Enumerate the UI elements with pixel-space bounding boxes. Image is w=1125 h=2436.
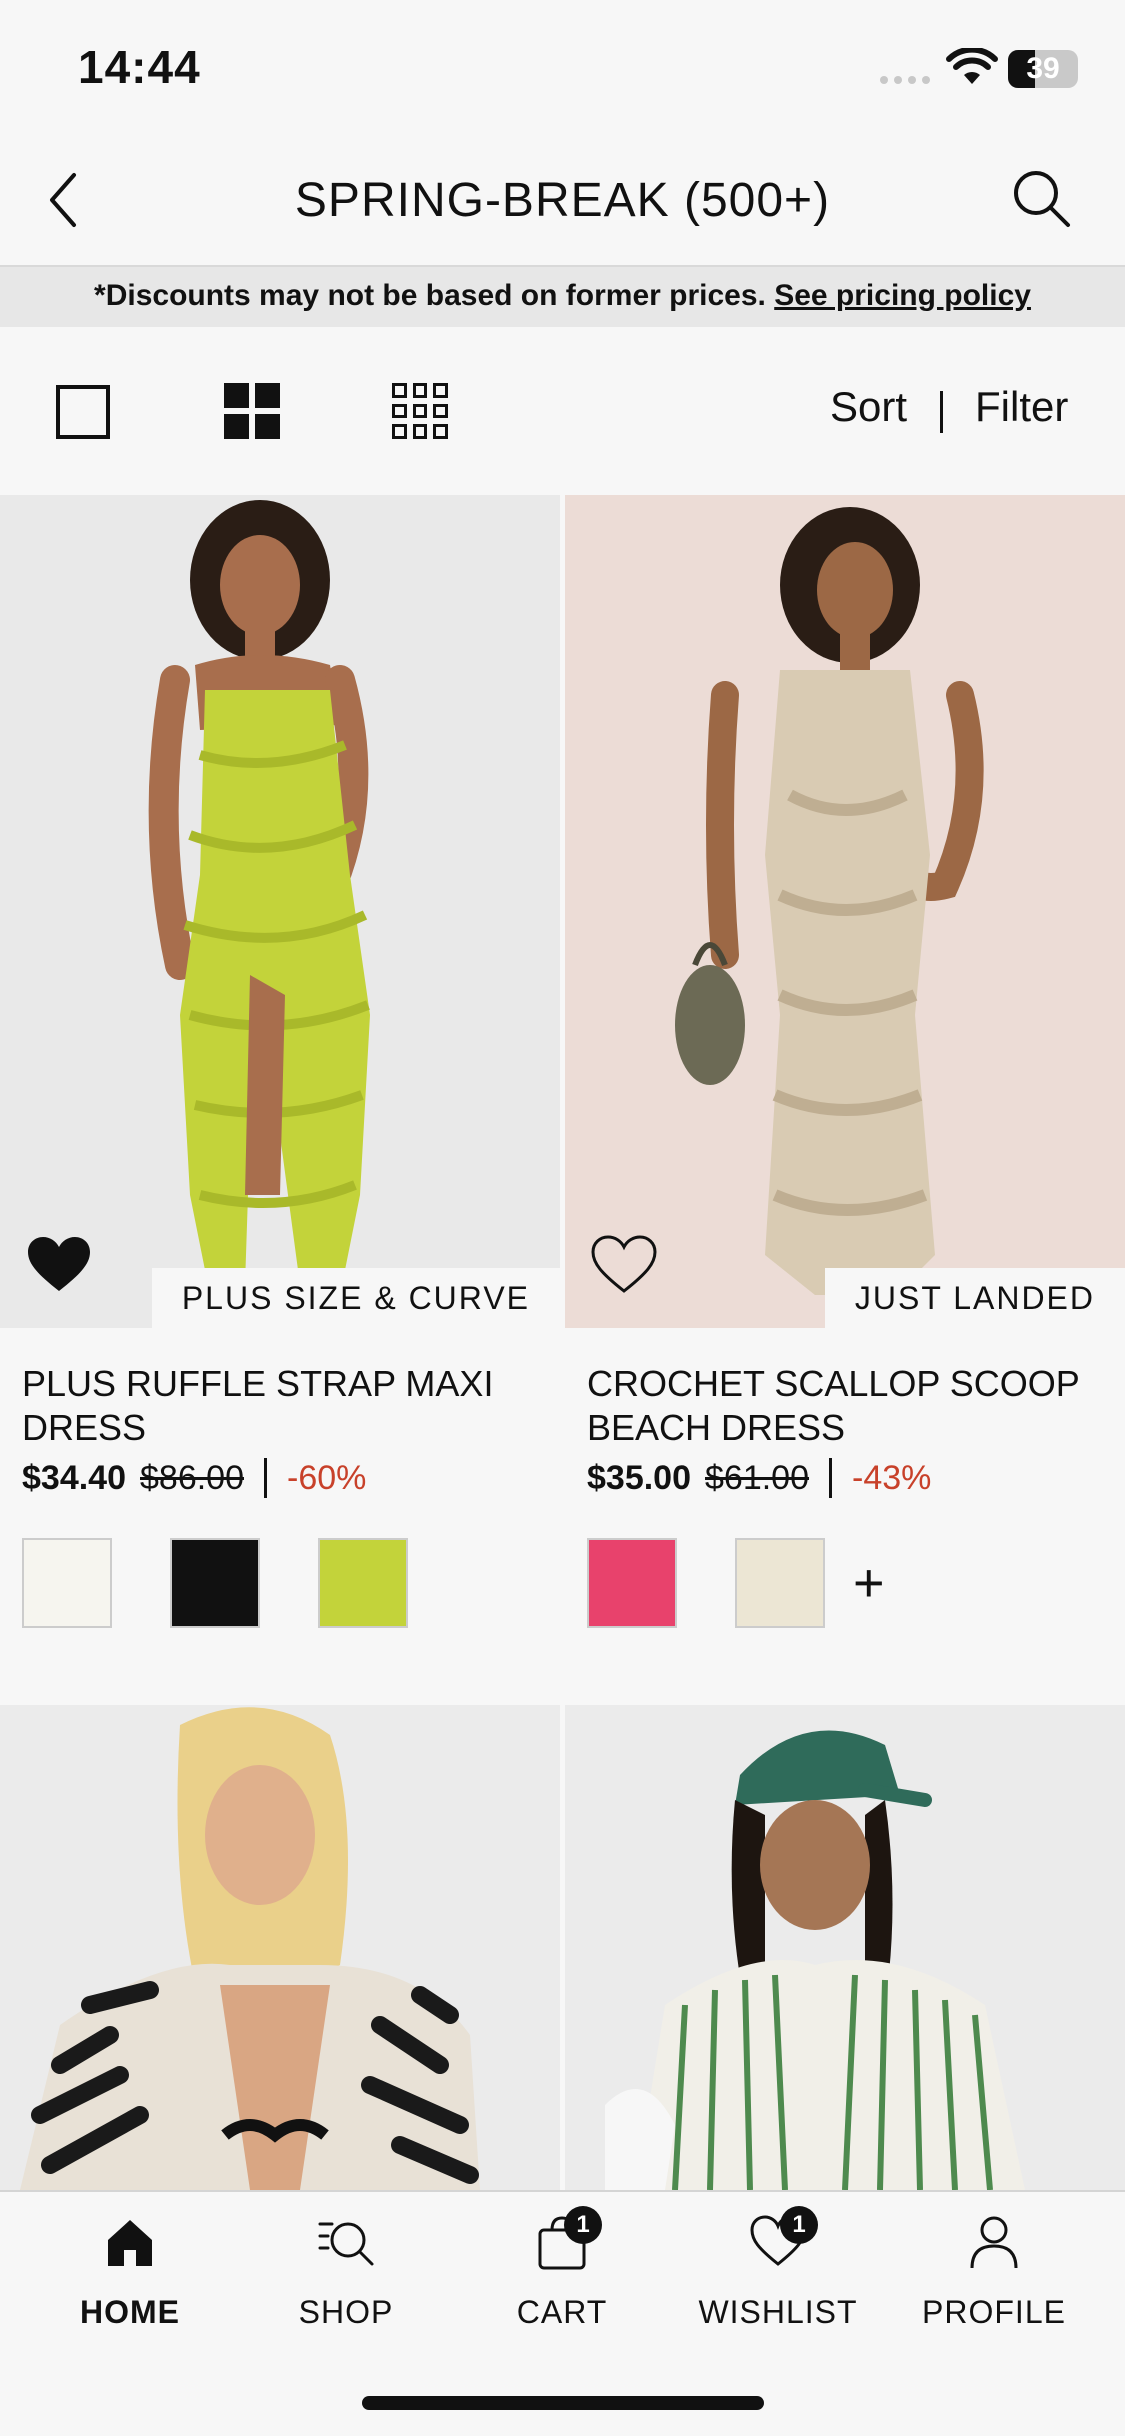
product-card[interactable]: PLUS SIZE & CURVE PLUS RUFFLE STRAP MAXI… <box>0 495 560 1695</box>
color-swatch-black[interactable] <box>170 1538 260 1628</box>
model-zebra-shirt-illustration <box>20 1707 480 2190</box>
back-chevron-icon[interactable] <box>38 165 98 235</box>
color-swatches: + <box>587 1538 885 1628</box>
wifi-icon <box>946 48 998 84</box>
header: SPRING-BREAK (500+) <box>0 135 1125 265</box>
battery-icon: 39 <box>1008 50 1078 88</box>
single-column-view-icon[interactable] <box>56 385 110 439</box>
discount-percent: -43% <box>852 1458 932 1497</box>
product-image[interactable] <box>565 1705 1125 2190</box>
product-image[interactable] <box>0 1705 560 2190</box>
product-image[interactable]: PLUS SIZE & CURVE <box>0 495 560 1328</box>
model-striped-shirt-illustration <box>605 1730 1025 2190</box>
tab-home[interactable]: HOME <box>30 2212 230 2331</box>
tab-label: WISHLIST <box>698 2294 858 2330</box>
model-crochet-dress-illustration <box>675 507 984 1295</box>
product-name[interactable]: CROCHET SCALLOP SCOOP BEACH DRESS <box>587 1362 1107 1450</box>
shop-search-icon <box>318 2222 374 2266</box>
color-swatch-lime[interactable] <box>318 1538 408 1628</box>
tab-label: PROFILE <box>922 2294 1066 2330</box>
pricing-notice: *Discounts may not be based on former pr… <box>0 265 1125 327</box>
wishlist-heart-filled-icon[interactable] <box>26 1235 92 1295</box>
view-toolbar: Sort Filter <box>0 327 1125 495</box>
price-row: $35.00 $61.00 -43% <box>587 1458 931 1498</box>
discount-percent: -60% <box>287 1458 367 1497</box>
grid-view-icon[interactable] <box>392 383 448 439</box>
tab-shop[interactable]: SHOP <box>246 2212 446 2331</box>
product-grid: PLUS SIZE & CURVE PLUS RUFFLE STRAP MAXI… <box>0 495 1125 2190</box>
bag-icon-wrap: 1 <box>532 2206 602 2272</box>
product-card[interactable] <box>565 1705 1125 2190</box>
home-indicator[interactable] <box>362 2396 764 2410</box>
wishlist-heart-outline-icon[interactable] <box>591 1235 657 1295</box>
sale-price: $35.00 <box>587 1458 691 1497</box>
notice-text: *Discounts may not be based on former pr… <box>94 279 766 312</box>
original-price: $61.00 <box>705 1458 809 1497</box>
product-name[interactable]: PLUS RUFFLE STRAP MAXI DRESS <box>22 1362 542 1450</box>
product-card[interactable]: JUST LANDED CROCHET SCALLOP SCOOP BEACH … <box>565 495 1125 1695</box>
price-row: $34.40 $86.00 -60% <box>22 1458 366 1498</box>
color-swatch-pink[interactable] <box>587 1538 677 1628</box>
status-bar: 14:44 39 <box>0 0 1125 135</box>
heart-icon-wrap: 1 <box>748 2206 818 2272</box>
home-icon <box>108 2220 152 2266</box>
tab-cart[interactable]: 1 CART <box>462 2206 662 2331</box>
cellular-signal-icon <box>880 76 930 84</box>
search-icon[interactable] <box>1008 165 1074 231</box>
page-title: SPRING-BREAK (500+) <box>294 174 831 227</box>
toolbar-divider <box>940 391 943 433</box>
product-badge: PLUS SIZE & CURVE <box>151 1268 560 1328</box>
color-swatches <box>22 1538 408 1628</box>
sale-price: $34.40 <box>22 1458 126 1497</box>
filter-button[interactable]: Filter <box>975 383 1068 431</box>
cart-count-badge: 1 <box>564 2206 602 2244</box>
wishlist-count-badge: 1 <box>780 2206 818 2244</box>
price-divider <box>264 1458 267 1498</box>
sort-button[interactable]: Sort <box>830 383 907 431</box>
pricing-policy-link[interactable]: See pricing policy <box>774 279 1031 312</box>
product-info: PLUS RUFFLE STRAP MAXI DRESS $34.40 $86.… <box>0 1328 560 1700</box>
tab-label: HOME <box>80 2294 180 2330</box>
color-swatch-white[interactable] <box>22 1538 112 1628</box>
tab-label: SHOP <box>298 2294 394 2330</box>
product-card[interactable] <box>0 1705 560 2190</box>
product-info: CROCHET SCALLOP SCOOP BEACH DRESS $35.00… <box>565 1328 1125 1700</box>
battery-percent: 39 <box>1026 52 1060 85</box>
more-colors-button[interactable]: + <box>853 1538 885 1628</box>
product-badge: JUST LANDED <box>824 1268 1125 1328</box>
price-divider <box>829 1458 832 1498</box>
original-price: $86.00 <box>140 1458 244 1497</box>
tab-profile[interactable]: PROFILE <box>894 2212 1094 2331</box>
tab-label: CART <box>516 2294 608 2330</box>
product-image[interactable]: JUST LANDED <box>565 495 1125 1328</box>
color-swatch-cream[interactable] <box>735 1538 825 1628</box>
two-column-view-icon[interactable] <box>224 383 280 439</box>
person-icon <box>970 2216 1018 2269</box>
status-time: 14:44 <box>78 41 201 93</box>
model-lime-dress-illustration <box>148 500 370 1315</box>
tab-wishlist[interactable]: 1 WISHLIST <box>678 2206 878 2331</box>
